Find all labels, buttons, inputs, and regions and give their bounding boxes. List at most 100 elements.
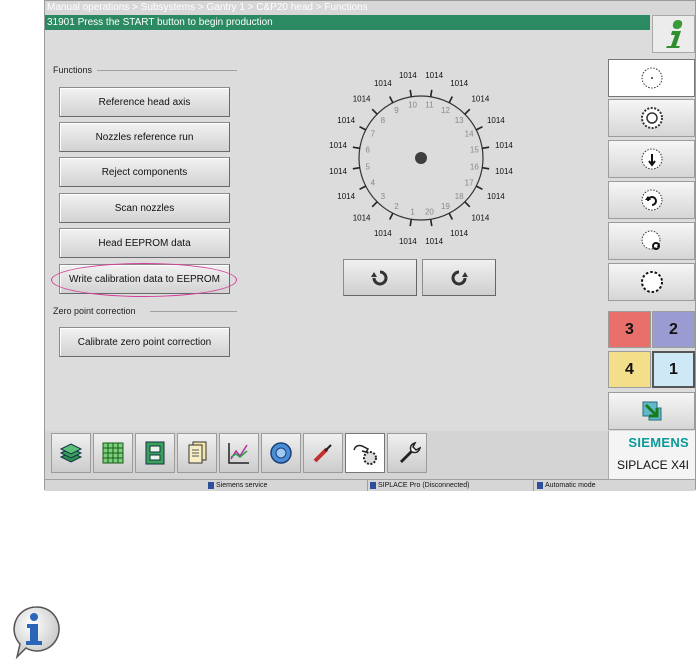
footer-separator	[367, 480, 368, 491]
footer-connection: SIPLACE Pro (Disconnected)	[370, 480, 469, 491]
nozzles-reference-run-button[interactable]: Nozzles reference run	[59, 122, 230, 152]
dial-tick	[429, 89, 433, 97]
head-down-button[interactable]	[608, 140, 695, 178]
info-button[interactable]	[652, 15, 695, 53]
dial-nozzle-value: 1014	[450, 229, 468, 238]
dial-view-icon	[641, 67, 662, 89]
user-icon	[208, 482, 214, 489]
functions-title: Functions	[53, 65, 93, 75]
zero-point-title: Zero point correction	[53, 306, 136, 316]
dial-nozzle-value: 1014	[353, 95, 371, 104]
grid-button[interactable]	[93, 433, 133, 473]
dial-position-number: 14	[465, 129, 474, 138]
dial-tick	[448, 96, 454, 104]
dial-tick	[464, 201, 471, 208]
brand-company: SIEMENS	[628, 435, 689, 450]
rotate-right-button[interactable]	[422, 259, 496, 296]
dial-position-number: 11	[425, 101, 434, 110]
gantry-3-button[interactable]: 3	[608, 311, 651, 348]
dial-tick	[482, 166, 490, 170]
dial-view-button[interactable]	[608, 59, 695, 97]
dial-center	[415, 152, 427, 164]
dial-nozzle-value: 1014	[450, 79, 468, 88]
scan-nozzles-button[interactable]: Scan nozzles	[59, 193, 230, 223]
dial-nozzle-value: 1014	[471, 213, 489, 222]
dial-position-number: 3	[381, 192, 386, 201]
calibrate-zero-point-button[interactable]: Calibrate zero point correction	[59, 327, 230, 357]
gear-detail-icon	[640, 107, 663, 129]
footer-status: Siemens service SIPLACE Pro (Disconnecte…	[45, 479, 695, 491]
dial-nozzle-value: 1014	[329, 167, 347, 176]
dial-nozzle-value: 1014	[374, 229, 392, 238]
footer-mode-text: Automatic mode	[545, 482, 596, 489]
tool-icon	[313, 444, 332, 463]
dial-nozzle-value: 1014	[425, 237, 443, 246]
exit-button[interactable]	[608, 392, 695, 430]
grid-icon	[102, 442, 124, 464]
head-search-icon	[641, 230, 660, 250]
dial-tick	[429, 219, 433, 227]
head-down-icon	[641, 148, 662, 170]
brand-model: SIPLACE X4I	[616, 458, 689, 472]
rotate-right-icon	[451, 270, 468, 285]
wrench-button[interactable]	[387, 433, 427, 473]
dial-position-number: 12	[441, 106, 450, 115]
dial-tick	[409, 219, 413, 227]
head-settings-button[interactable]	[608, 263, 695, 301]
gantry-3-label: 3	[625, 320, 634, 338]
highlight-ellipse	[51, 263, 237, 297]
dial-nozzle-value: 1014	[337, 192, 355, 201]
nozzle-dial: 11014210143101441014510146101471014 81014…	[329, 71, 513, 246]
hand-gear-button[interactable]	[345, 433, 385, 473]
zero-point-divider	[150, 311, 237, 312]
dial-position-number: 8	[381, 116, 386, 125]
chart-button[interactable]	[219, 433, 259, 473]
rotate-left-button[interactable]	[343, 259, 417, 296]
gear-detail-button[interactable]	[608, 99, 695, 137]
dial-tick	[482, 146, 490, 150]
dial-tick	[475, 185, 483, 191]
head-search-button[interactable]	[608, 222, 695, 260]
board-icon	[145, 441, 165, 465]
dial-nozzle-value: 1014	[399, 71, 417, 80]
dial-nozzle-value: 1014	[329, 141, 347, 150]
gantry-1-button[interactable]: 1	[652, 351, 695, 388]
dial-tick	[448, 212, 454, 220]
note-info-icon	[10, 604, 62, 660]
mode-icon	[537, 482, 543, 489]
gantry-2-button[interactable]: 2	[652, 311, 695, 348]
gantry-4-button[interactable]: 4	[608, 351, 651, 388]
tool-button[interactable]	[303, 433, 343, 473]
dial-position-number: 19	[441, 202, 450, 211]
dial-nozzle-value: 1014	[487, 116, 505, 125]
documents-button[interactable]	[177, 433, 217, 473]
head-eeprom-data-button[interactable]: Head EEPROM data	[59, 228, 230, 258]
brand-panel: SIEMENS SIPLACE X4I	[608, 431, 695, 479]
stack-button[interactable]	[51, 433, 91, 473]
footer-separator	[533, 480, 534, 491]
reject-components-button[interactable]: Reject components	[59, 157, 230, 187]
dial-position-number: 1	[410, 207, 415, 216]
camera-icon	[270, 442, 292, 464]
dial-tick	[352, 146, 360, 150]
breadcrumb: Manual operations > Subsystems > Gantry …	[45, 1, 695, 15]
head-settings-icon	[640, 271, 663, 293]
dial-nozzle-value: 1014	[471, 95, 489, 104]
dial-tick	[388, 212, 394, 220]
connection-icon	[370, 482, 376, 489]
gantry-1-label: 1	[669, 360, 678, 378]
hand-gear-icon	[353, 444, 377, 465]
dial-tick	[359, 185, 367, 191]
dial-nozzle-value: 1014	[425, 71, 443, 80]
reference-head-axis-button[interactable]: Reference head axis	[59, 87, 230, 117]
board-button[interactable]	[135, 433, 175, 473]
dial-position-number: 13	[455, 116, 464, 125]
dial-position-number: 4	[371, 179, 376, 188]
head-rotate-button[interactable]	[608, 181, 695, 219]
app-window: Manual operations > Subsystems > Gantry …	[44, 0, 696, 491]
dial-tick	[464, 108, 471, 115]
dial-position-number: 16	[470, 162, 479, 171]
gantry-4-label: 4	[625, 360, 634, 378]
camera-button[interactable]	[261, 433, 301, 473]
footer-user-text: Siemens service	[216, 482, 268, 489]
